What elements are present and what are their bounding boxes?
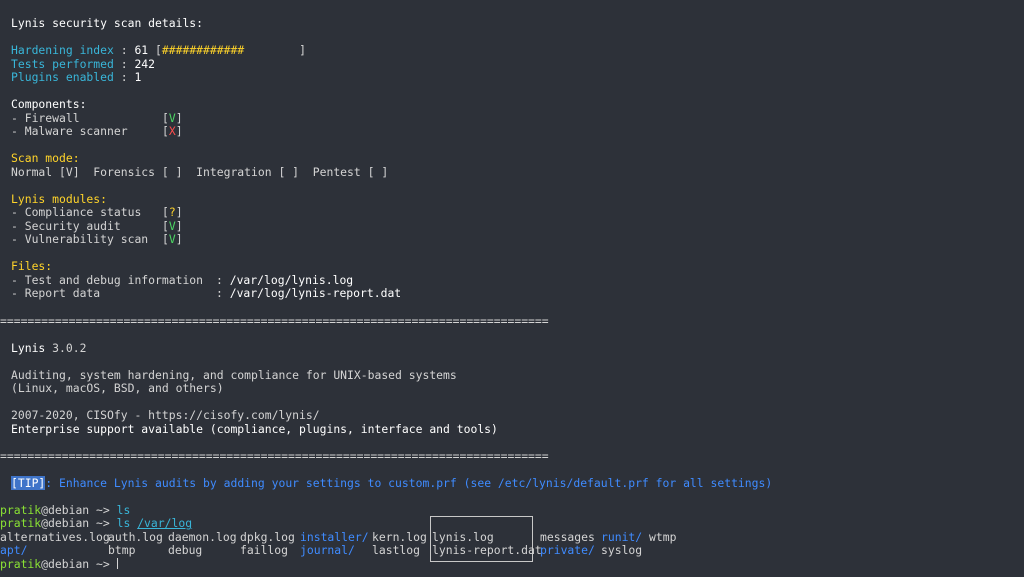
enterprise-support-line: Enterprise support available (compliance… xyxy=(11,422,498,436)
file-report-data: - Report data: /var/log/lynis-report.dat xyxy=(11,286,402,300)
debug-log-path: /var/log/lynis.log xyxy=(229,273,354,287)
ls-entry[interactable]: faillog xyxy=(240,543,288,558)
module-compliance: - Compliance status [?] xyxy=(11,205,183,219)
plugins-label: Plugins enabled xyxy=(11,70,114,84)
ls-dir-entry[interactable]: apt/ xyxy=(0,543,27,558)
tests-value: 242 xyxy=(134,57,156,71)
prompt-line-3[interactable]: pratik@debian ~> xyxy=(0,557,118,572)
files-heading: Files: xyxy=(11,259,53,273)
vulnerability-scan-status: V xyxy=(168,232,176,246)
ls-entry[interactable]: wtmp xyxy=(649,530,676,545)
hardening-label: Hardening index xyxy=(11,43,114,57)
path-var-log[interactable]: /var/log xyxy=(137,516,192,530)
tests-label: Tests performed xyxy=(11,57,114,71)
terminal-window[interactable]: Lynis security scan details: Hardening i… xyxy=(0,0,1024,577)
command-ls: ls xyxy=(116,516,131,530)
firewall-status: V xyxy=(168,111,176,125)
ls-dir-entry[interactable]: journal/ xyxy=(300,543,355,558)
ls-entry[interactable]: lynis-report.dat xyxy=(432,543,542,558)
plugins-value: 1 xyxy=(134,70,142,84)
hardening-bar: [############ ] xyxy=(155,43,306,57)
lynis-platforms: (Linux, macOS, BSD, and others) xyxy=(11,381,224,395)
lynis-version: 3.0.2 xyxy=(52,341,87,355)
separator-top: ========================================… xyxy=(0,314,549,328)
report-path: /var/log/lynis-report.dat xyxy=(229,286,402,300)
scan-details-heading: Lynis security scan details: xyxy=(11,16,204,30)
malware-scanner-status: X xyxy=(168,124,176,138)
separator-bottom: ========================================… xyxy=(0,449,549,463)
ls-entry[interactable]: syslog xyxy=(601,543,642,558)
tip-message: : Enhance Lynis audits by adding your se… xyxy=(45,476,773,490)
prompt-user: pratik xyxy=(0,503,42,517)
component-malware-scanner: - Malware scanner [X] xyxy=(11,124,183,138)
ls-entry[interactable]: lastlog xyxy=(372,543,420,558)
ls-dir-entry[interactable]: private/ xyxy=(540,543,595,558)
scan-mode-heading: Scan mode: xyxy=(11,151,80,165)
ls-entry[interactable]: debug xyxy=(168,543,202,558)
module-vulnerability-scan: - Vulnerability scan [V] xyxy=(11,232,183,246)
prompt-line-2: pratik@debian ~> ls /var/log xyxy=(0,516,193,530)
cursor xyxy=(116,558,118,569)
scan-mode-line: Normal [V] Forensics [ ] Integration [ ]… xyxy=(11,165,389,179)
tip-line: [TIP]: Enhance Lynis audits by adding yo… xyxy=(11,476,773,491)
components-heading: Components: xyxy=(11,97,87,111)
hardening-index-line: Hardening index : 61 [############ ] xyxy=(11,43,306,57)
plugins-enabled-line: Plugins enabled : 1 xyxy=(11,70,142,84)
hardening-value: 61 xyxy=(134,43,149,57)
lynis-version-line: Lynis 3.0.2 xyxy=(11,341,87,356)
tip-badge: [TIP] xyxy=(11,476,46,490)
command-ls: ls xyxy=(116,503,131,517)
security-audit-status: V xyxy=(168,219,176,233)
ls-entry[interactable]: btmp xyxy=(108,543,135,558)
compliance-status: ? xyxy=(168,205,176,219)
lynis-name: Lynis xyxy=(11,341,46,355)
copyright-line: 2007-2020, CISOfy - https://cisofy.com/l… xyxy=(11,408,320,422)
